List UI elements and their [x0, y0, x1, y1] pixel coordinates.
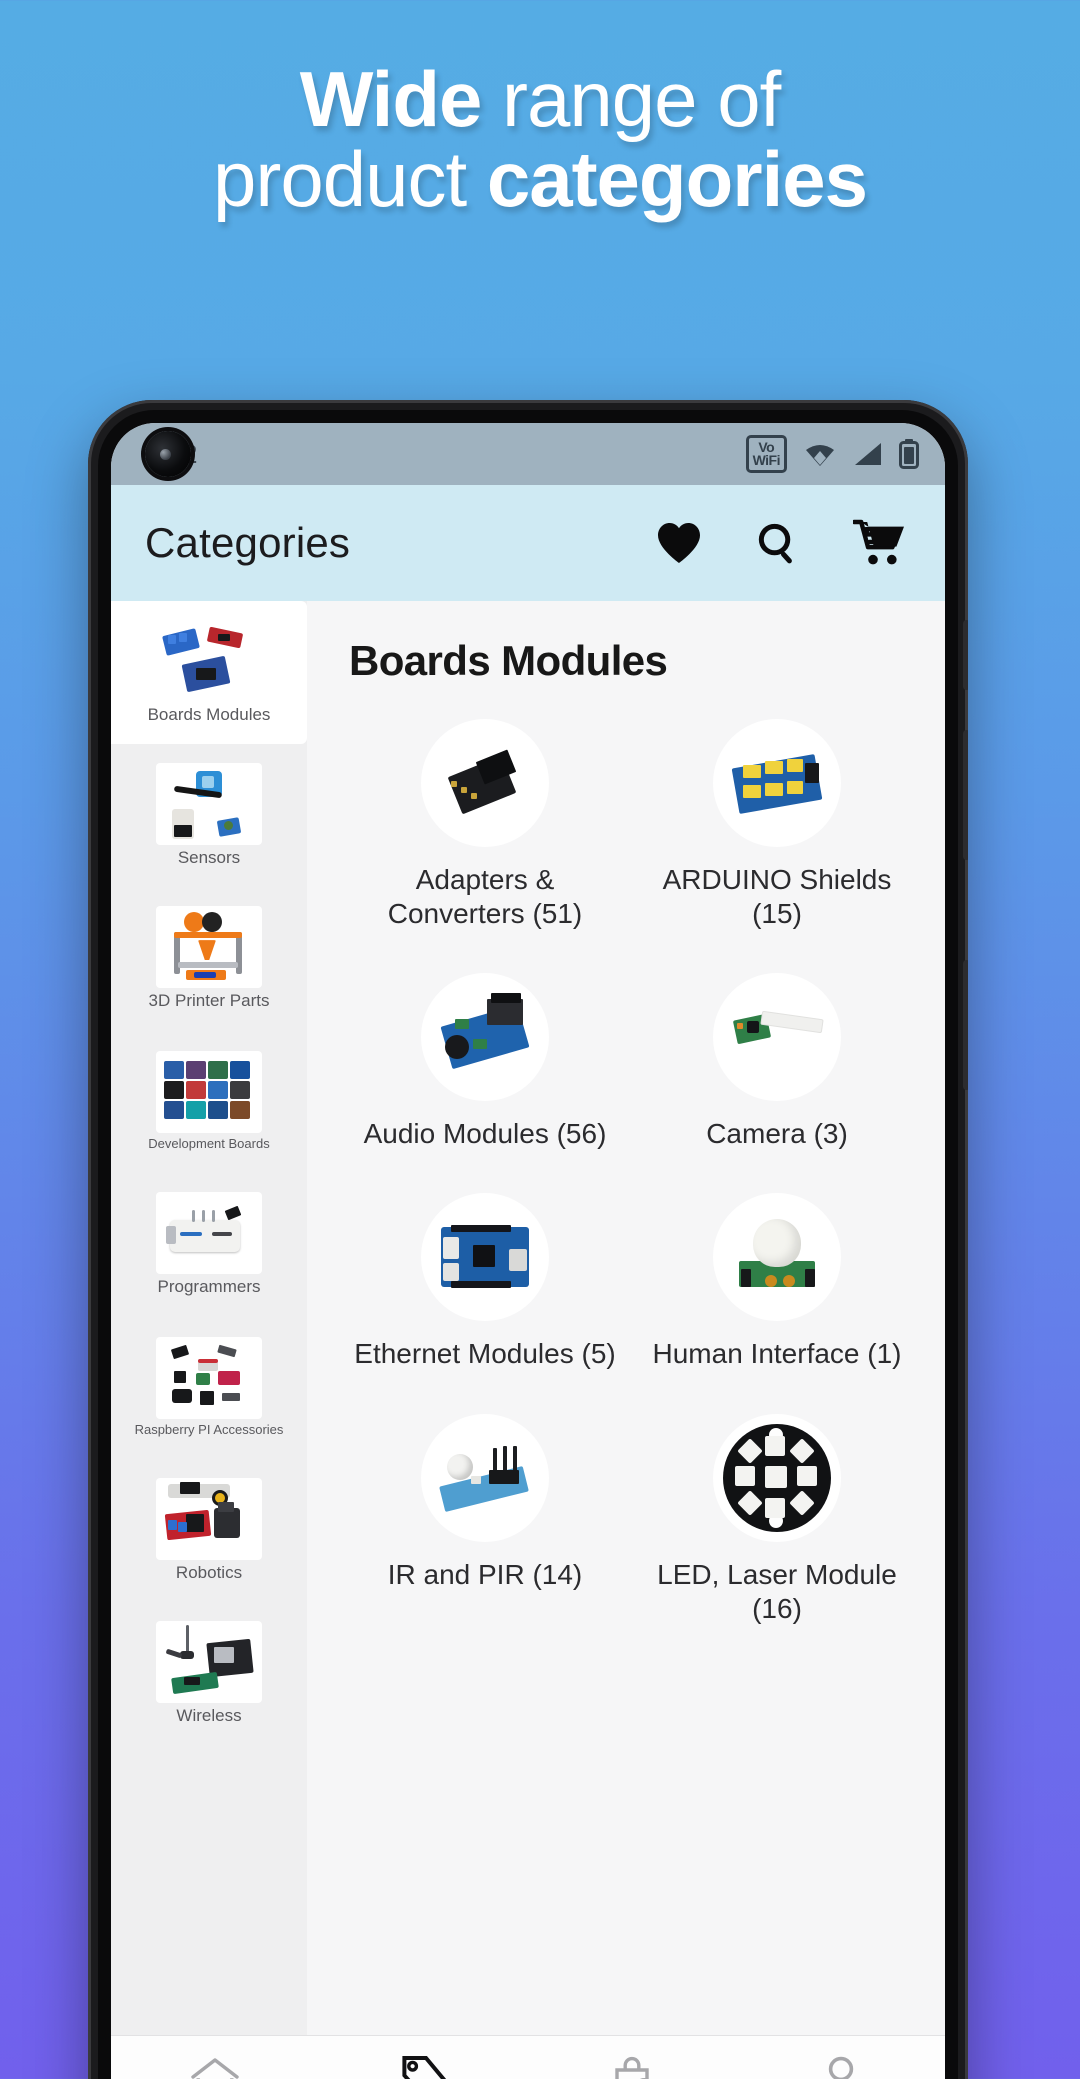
selected-category-title: Boards Modules — [349, 637, 668, 684]
category-thumb-human-interface — [713, 1193, 841, 1322]
sidebar-item-sensors[interactable]: Sensors — [111, 744, 307, 887]
nav-item-categories[interactable]: Categories — [320, 2055, 529, 2079]
category-thumb-ethernet-modules — [421, 1193, 549, 1322]
sidebar-thumb-programmers — [156, 1192, 262, 1275]
phone-mockup: 2 Vo WiFi — [88, 400, 968, 2079]
category-card-human-interface[interactable]: Human Interface (1) — [635, 1193, 919, 1371]
category-thumb-camera — [713, 973, 841, 1102]
category-card-led-laser-module[interactable]: LED, Laser Module (16) — [635, 1413, 919, 1626]
phone-side-button-top[interactable] — [963, 620, 968, 690]
category-card-adapters-converters[interactable]: Adapters & Converters (51) — [343, 719, 627, 931]
category-thumb-arduino-shields — [713, 719, 841, 847]
sidebar-label-robotics: Robotics — [175, 1563, 243, 1583]
sidebar-label-development-boards: Development Boards — [148, 1136, 270, 1152]
sidebar-item-development-boards[interactable]: Development Boards — [111, 1030, 307, 1173]
sidebar-label-programmers: Programmers — [157, 1277, 261, 1297]
category-sidebar[interactable]: Boards Modules Sensors 3D Printer Parts … — [111, 601, 307, 2035]
promo-headline-line-2: product categories — [0, 139, 1080, 220]
home-icon — [191, 2057, 239, 2079]
page-title: Categories — [145, 519, 351, 566]
category-label-ethernet-modules: Ethernet Modules (5) — [354, 1338, 616, 1370]
category-label-ir-and-pir: IR and PIR (14) — [387, 1558, 583, 1590]
sidebar-item-wireless[interactable]: Wireless — [111, 1602, 307, 1745]
category-card-ethernet-modules[interactable]: Ethernet Modules (5) — [343, 1193, 627, 1371]
nav-item-cart[interactable]: Cart — [528, 2055, 737, 2079]
sidebar-thumb-robotics — [156, 1478, 262, 1561]
status-bar-icons: Vo WiFi — [745, 434, 919, 474]
search-icon[interactable] — [755, 520, 801, 566]
cart-icon[interactable] — [853, 519, 905, 567]
sidebar-label-boards-modules: Boards Modules — [147, 705, 271, 725]
category-thumb-audio-modules — [421, 973, 549, 1102]
category-card-audio-modules[interactable]: Audio Modules (56) — [343, 973, 627, 1151]
category-thumb-adapters-converters — [421, 719, 549, 847]
sidebar-thumb-boards-modules — [156, 620, 262, 703]
sidebar-thumb-3d-printer-parts — [156, 906, 262, 989]
sidebar-item-3d-printer-parts[interactable]: 3D Printer Parts — [111, 887, 307, 1030]
category-label-audio-modules: Audio Modules (56) — [363, 1118, 607, 1150]
promo-line1-bold: Wide — [299, 55, 483, 143]
app-bar: Categories — [111, 485, 945, 601]
promo-line2-rest: product — [212, 134, 487, 223]
sidebar-thumb-development-boards — [156, 1051, 262, 1134]
phone-power-button[interactable] — [963, 960, 968, 1090]
category-card-ir-and-pir[interactable]: IR and PIR (14) — [343, 1413, 627, 1626]
sidebar-thumb-sensors — [156, 763, 262, 846]
nav-item-home[interactable]: Home — [111, 2055, 320, 2079]
sidebar-thumb-raspberry-pi-accessories — [156, 1337, 262, 1420]
sidebar-thumb-wireless — [156, 1621, 262, 1704]
promo-line1-rest: range of — [481, 55, 781, 143]
category-label-camera: Camera (3) — [706, 1118, 848, 1150]
category-label-arduino-shields: ARDUINO Shields (15) — [662, 864, 892, 930]
category-thumb-led-laser-module — [713, 1413, 841, 1542]
category-thumb-ir-and-pir — [421, 1413, 549, 1542]
categories-content: Boards Modules Sensors 3D Printer Parts … — [111, 601, 945, 2035]
phone-volume-button[interactable] — [963, 730, 968, 860]
sidebar-item-boards-modules[interactable]: Boards Modules — [111, 601, 307, 744]
category-label-led-laser-module: LED, Laser Module (16) — [657, 1558, 897, 1624]
wifi-icon — [806, 445, 834, 466]
sidebar-item-robotics[interactable]: Robotics — [111, 1459, 307, 1602]
category-label-human-interface: Human Interface (1) — [652, 1338, 902, 1370]
battery-icon — [899, 439, 919, 469]
category-grid-area[interactable]: Boards Modules Adapters & Converters (51… — [307, 601, 945, 2035]
cellular-signal-icon — [855, 443, 881, 465]
sidebar-label-3d-printer-parts: 3D Printer Parts — [148, 991, 270, 1011]
sidebar-label-sensors: Sensors — [177, 848, 241, 868]
sidebar-label-wireless: Wireless — [176, 1706, 242, 1726]
sidebar-item-programmers[interactable]: Programmers — [111, 1173, 307, 1316]
status-bar: 2 Vo WiFi — [111, 423, 945, 485]
sidebar-label-raspberry-pi-accessories: Raspberry PI Accessories — [134, 1422, 284, 1438]
bottom-navigation: Home Categories Cart — [111, 2035, 945, 2079]
category-grid: Adapters & Converters (51) ARDUINO Shiel… — [343, 719, 919, 1626]
tag-icon — [402, 2055, 447, 2079]
user-icon — [828, 2056, 853, 2079]
app-bar-actions — [655, 519, 905, 567]
vowifi-icon: Vo WiFi — [745, 434, 787, 474]
sidebar-item-raspberry-pi-accessories[interactable]: Raspberry PI Accessories — [111, 1316, 307, 1459]
promo-line2-bold: categories — [486, 134, 868, 223]
front-camera-punch-hole — [145, 431, 191, 477]
shopping-bag-plus-icon — [615, 2056, 650, 2079]
category-label-adapters-converters: Adapters & Converters (51) — [387, 864, 583, 930]
favorites-icon[interactable] — [655, 521, 703, 565]
nav-item-login[interactable]: Login — [737, 2055, 946, 2079]
promo-headline-line-1: Wide range of — [0, 59, 1080, 140]
category-card-arduino-shields[interactable]: ARDUINO Shields (15) — [635, 719, 919, 931]
phone-screen: 2 Vo WiFi — [111, 423, 945, 2079]
vowifi-line-2: WiFi — [752, 452, 781, 468]
promo-headline: Wide range of product categories — [0, 59, 1080, 220]
category-card-camera[interactable]: Camera (3) — [635, 973, 919, 1151]
